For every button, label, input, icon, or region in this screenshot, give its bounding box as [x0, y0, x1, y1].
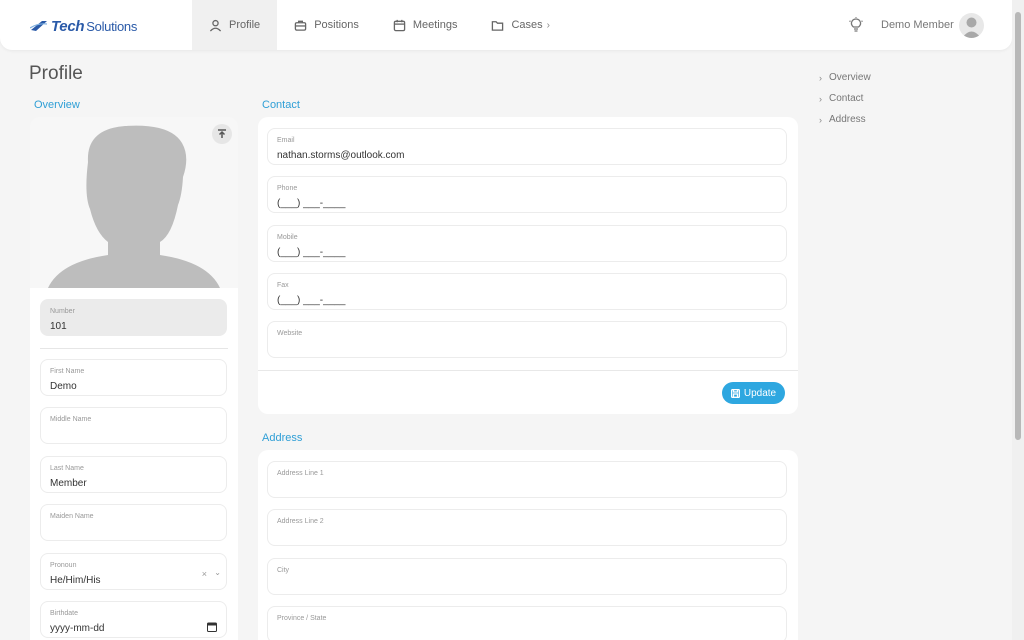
- number-field: Number 101: [40, 299, 227, 336]
- field-label: Phone: [277, 185, 298, 192]
- mobile-field[interactable]: Mobile (___) ___-____: [267, 225, 787, 262]
- field-value: (___) ___-____: [277, 198, 346, 209]
- field-label: Email: [277, 137, 295, 144]
- chevron-down-icon[interactable]: ⌄: [214, 568, 221, 577]
- logo-swoosh-icon: [30, 21, 48, 31]
- top-navbar: Tech Solutions Profile Positions Meeting…: [0, 0, 1012, 50]
- nav-tab-label: Cases: [511, 19, 543, 31]
- lightbulb-icon[interactable]: [849, 17, 863, 33]
- nav-tab-label: Profile: [229, 19, 261, 31]
- brand-tech-text: Tech: [51, 17, 85, 35]
- divider: [40, 348, 228, 349]
- first-name-field[interactable]: First Name Demo: [40, 359, 227, 396]
- field-value: Member: [50, 478, 87, 489]
- field-label: Province / State: [277, 615, 327, 622]
- divider: [258, 370, 798, 371]
- field-label: Number: [50, 308, 75, 315]
- user-menu-name[interactable]: Demo Member: [881, 19, 954, 31]
- folder-icon: [492, 20, 504, 31]
- toc-item-label: Overview: [829, 72, 871, 83]
- address-line-2-field[interactable]: Address Line 2: [267, 509, 787, 546]
- toc-item-address[interactable]: › Address: [819, 109, 871, 130]
- email-field[interactable]: Email nathan.storms@outlook.com: [267, 128, 787, 165]
- field-value: Demo: [50, 381, 77, 392]
- field-label: Address Line 2: [277, 518, 324, 525]
- field-label: Fax: [277, 282, 289, 289]
- page-scrollbar[interactable]: [1012, 0, 1024, 640]
- field-label: Middle Name: [50, 416, 92, 423]
- brand-solutions-text: Solutions: [86, 18, 138, 34]
- main-nav: Profile Positions Meetings Cases ›: [192, 0, 567, 50]
- upload-photo-button[interactable]: [212, 124, 232, 144]
- address-line-1-field[interactable]: Address Line 1: [267, 461, 787, 498]
- profile-photo: [30, 117, 238, 288]
- phone-field[interactable]: Phone (___) ___-____: [267, 176, 787, 213]
- nav-tab-positions[interactable]: Positions: [277, 0, 376, 50]
- clear-icon[interactable]: ×: [202, 569, 207, 579]
- field-value: (___) ___-____: [277, 247, 346, 258]
- birthdate-field[interactable]: Birthdate yyyy-mm-dd: [40, 601, 227, 638]
- user-icon: [209, 19, 222, 32]
- save-icon: [730, 388, 740, 398]
- field-value: 101: [50, 321, 67, 332]
- field-label: Last Name: [50, 465, 84, 472]
- field-value: He/Him/His: [50, 575, 101, 586]
- chevron-right-icon: ›: [819, 93, 822, 104]
- fax-field[interactable]: Fax (___) ___-____: [267, 273, 787, 310]
- pronoun-select[interactable]: Pronoun He/Him/His × ⌄: [40, 553, 227, 590]
- section-title-address: Address: [262, 432, 303, 444]
- nav-tab-profile[interactable]: Profile: [192, 0, 278, 50]
- section-title-contact: Contact: [262, 99, 300, 111]
- field-label: Website: [277, 330, 303, 337]
- chevron-right-icon: ›: [819, 72, 822, 83]
- field-label: Mobile: [277, 234, 298, 241]
- calendar-icon: [393, 19, 406, 31]
- section-title-overview: Overview: [34, 99, 80, 111]
- field-value: (___) ___-____: [277, 295, 346, 306]
- page-title: Profile: [29, 63, 83, 84]
- field-label: City: [277, 567, 290, 574]
- website-field[interactable]: Website: [267, 321, 787, 358]
- field-label: Birthdate: [50, 610, 79, 617]
- field-label: Pronoun: [50, 562, 77, 569]
- toc-item-label: Contact: [829, 93, 864, 104]
- nav-tab-label: Positions: [314, 19, 359, 31]
- maiden-name-field[interactable]: Maiden Name: [40, 504, 227, 541]
- toc-item-overview[interactable]: › Overview: [819, 67, 871, 88]
- upload-icon: [218, 129, 226, 138]
- scrollbar-thumb[interactable]: [1015, 12, 1021, 440]
- field-label: Address Line 1: [277, 470, 324, 477]
- update-button[interactable]: Update: [722, 382, 785, 404]
- calendar-icon[interactable]: [207, 622, 217, 632]
- briefcase-icon: [294, 20, 307, 31]
- field-value: yyyy-mm-dd: [50, 623, 105, 634]
- nav-tab-label: Meetings: [412, 19, 458, 31]
- nav-tab-cases[interactable]: Cases ›: [474, 0, 567, 50]
- avatar[interactable]: [959, 13, 984, 38]
- city-field[interactable]: City: [267, 558, 787, 595]
- nav-tab-meetings[interactable]: Meetings: [376, 0, 475, 50]
- field-label: First Name: [50, 368, 85, 375]
- last-name-field[interactable]: Last Name Member: [40, 456, 227, 493]
- middle-name-field[interactable]: Middle Name: [40, 407, 227, 444]
- brand-logo[interactable]: Tech Solutions: [30, 15, 137, 37]
- chevron-right-icon: ›: [546, 19, 550, 31]
- toc-item-label: Address: [829, 114, 866, 125]
- chevron-right-icon: ›: [819, 114, 822, 125]
- field-label: Maiden Name: [50, 513, 94, 520]
- page-toc: › Overview › Contact › Address: [819, 67, 871, 130]
- toc-item-contact[interactable]: › Contact: [819, 88, 871, 109]
- update-button-label: Update: [743, 387, 777, 399]
- field-value: nathan.storms@outlook.com: [277, 150, 405, 161]
- province-state-field[interactable]: Province / State: [267, 606, 787, 640]
- person-silhouette-icon: [48, 125, 220, 288]
